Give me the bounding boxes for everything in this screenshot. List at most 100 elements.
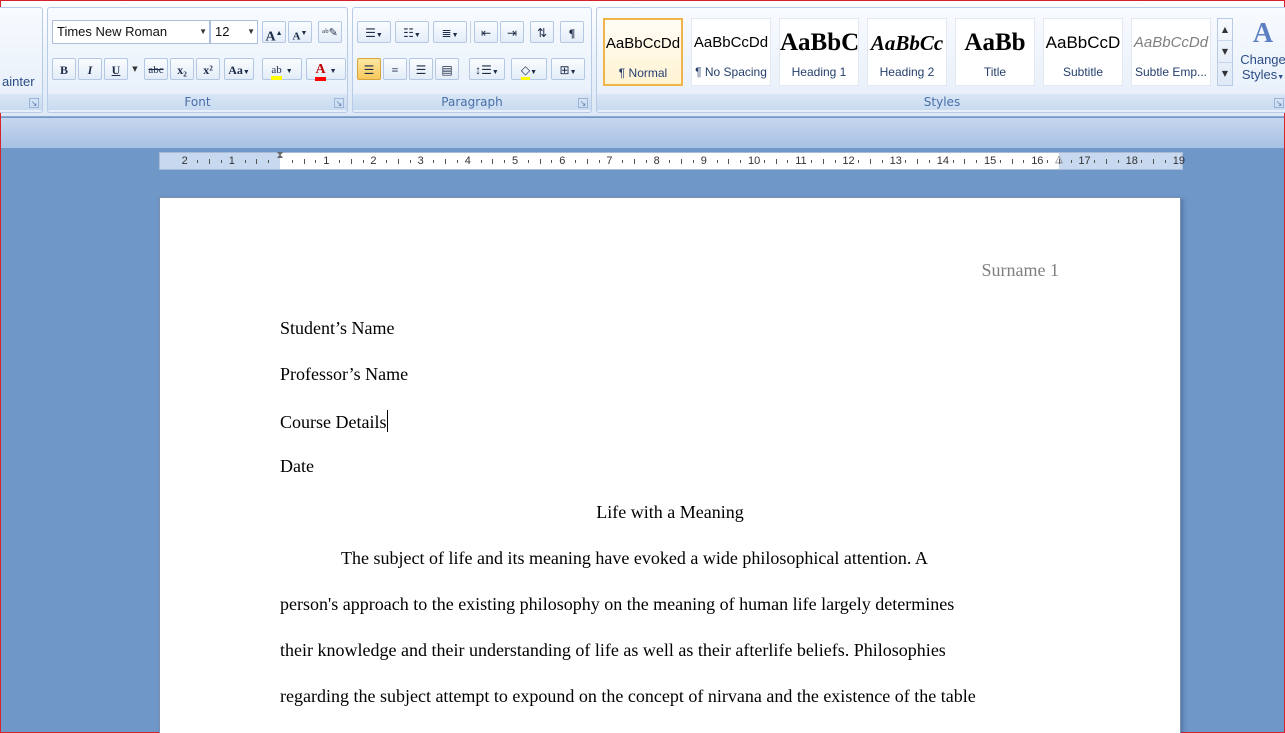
style-title[interactable]: AaBb Title <box>955 18 1035 86</box>
document-page[interactable]: Surname 1 Student’s Name Professor’s Nam… <box>159 197 1181 733</box>
show-hide-marks-button[interactable]: ¶ <box>560 21 584 43</box>
ruler-tick-label: 4 <box>464 155 471 167</box>
align-right-button[interactable]: ☰ <box>409 58 433 80</box>
ruler-minor-tick <box>539 159 541 164</box>
shrink-font-button[interactable]: A▼ <box>288 21 312 43</box>
paragraph-line: The subject of life and its meaning have… <box>341 548 928 568</box>
decrease-indent-button[interactable]: ⇤ <box>474 21 498 43</box>
ruler-minor-tick <box>811 160 812 163</box>
style-sample: AaBbC <box>780 29 858 56</box>
paragraph-launcher-icon[interactable]: ↘ <box>578 98 588 108</box>
font-name-select[interactable]: Times New Roman ▼ <box>52 20 210 44</box>
underline-dropdown-icon[interactable]: ▼ <box>130 58 140 80</box>
paragraph-group: ☰▼ ☷▼ ≣▼ ⇤ ⇥ ⇅ ¶ ☰ ≡ ☰ ▤ ↕☰▼ ◇▼ ⊞▼ Parag… <box>352 7 592 113</box>
ruler-minor-tick <box>728 159 730 164</box>
clear-formatting-button[interactable]: ᵃᵇ✎ <box>318 21 342 43</box>
multilevel-list-button[interactable]: ≣▼ <box>433 21 467 43</box>
scroll-up-icon[interactable]: ▲ <box>1218 19 1232 41</box>
italic-button[interactable]: I <box>78 58 102 80</box>
horizontal-ruler[interactable]: ⧗ △ 2112345678910111213141516171819 <box>159 151 1185 173</box>
font-size-select[interactable]: 12 ▼ <box>210 20 258 44</box>
justify-button[interactable]: ▤ <box>435 58 459 80</box>
ruler-minor-tick <box>1058 159 1060 164</box>
ruler-minor-tick <box>634 159 635 164</box>
style-subtitle[interactable]: AaBbCcD Subtitle <box>1043 18 1123 86</box>
style-name: Heading 2 <box>879 65 935 79</box>
ruler-minor-tick <box>964 159 966 164</box>
subscript-button[interactable]: x₂ <box>170 58 194 80</box>
bold-button[interactable]: B <box>52 58 76 80</box>
increase-indent-icon: ⇥ <box>506 26 518 40</box>
ruler-minor-tick <box>1023 160 1025 163</box>
style-heading-2[interactable]: AaBbCc Heading 2 <box>867 18 947 86</box>
ruler-tick-label: 7 <box>606 155 613 167</box>
sort-button[interactable]: ⇅ <box>530 21 554 43</box>
format-painter-label[interactable]: ainter <box>2 74 35 89</box>
scroll-down-icon[interactable]: ▼ <box>1218 41 1232 63</box>
highlighter-icon: ab <box>271 64 282 80</box>
course-details-line: Course Details <box>280 410 389 433</box>
change-case-icon: Aa <box>228 63 243 77</box>
bullets-button[interactable]: ☰▼ <box>357 21 391 43</box>
align-right-icon: ☰ <box>415 63 427 77</box>
change-case-button[interactable]: Aa▼ <box>224 58 254 80</box>
ruler-minor-tick <box>527 160 529 163</box>
style-name: Subtitle <box>1062 65 1104 79</box>
change-styles-icon: A <box>1252 18 1274 49</box>
style-name: Heading 1 <box>791 65 847 79</box>
ruler-tick-label: 11 <box>795 155 807 167</box>
align-center-button[interactable]: ≡ <box>383 58 407 80</box>
strikethrough-icon: abc <box>148 64 164 76</box>
ruler-minor-tick <box>1153 159 1155 164</box>
ruler-minor-tick <box>291 160 293 163</box>
ruler-left-margin <box>160 153 280 169</box>
style-no-spacing[interactable]: AaBbCcDd ¶ No Spacing <box>691 18 771 86</box>
superscript-button[interactable]: x² <box>196 58 220 80</box>
style-subtle-emphasis[interactable]: AaBbCcDd Subtle Emp... <box>1131 18 1211 86</box>
ruler-minor-tick <box>645 160 647 163</box>
paragraph-line: person's approach to the existing philos… <box>280 594 955 614</box>
shading-button[interactable]: ◇▼ <box>511 58 547 80</box>
ruler-minor-tick <box>834 160 836 163</box>
font-size-value: 12 <box>215 24 230 39</box>
ruler-minor-tick <box>1094 160 1096 163</box>
ruler-minor-tick <box>575 160 576 163</box>
line-spacing-button[interactable]: ↕☰▼ <box>469 58 505 80</box>
superscript-icon: x² <box>203 63 213 77</box>
font-color-button[interactable]: A ▼ <box>306 58 346 81</box>
ruler-tick-label: 3 <box>417 155 424 167</box>
styles-launcher-icon[interactable]: ↘ <box>1274 98 1284 108</box>
bold-icon: B <box>59 63 68 77</box>
ruler-tick-label: 12 <box>842 155 855 167</box>
borders-button[interactable]: ⊞▼ <box>551 58 585 80</box>
highlight-button[interactable]: ab ▼ <box>262 58 302 80</box>
decrease-indent-icon: ⇤ <box>480 26 492 40</box>
ruler-minor-tick <box>445 159 447 164</box>
grow-font-button[interactable]: A▲ <box>262 21 286 45</box>
grow-font-icon: A <box>265 29 276 45</box>
ruler-minor-tick <box>763 160 765 163</box>
style-sample: AaBbCcDd <box>1133 34 1209 51</box>
ruler-minor-tick <box>409 160 411 163</box>
font-launcher-icon[interactable]: ↘ <box>334 98 344 108</box>
strikethrough-button[interactable]: abc <box>144 58 168 80</box>
align-left-button[interactable]: ☰ <box>357 58 381 80</box>
numbering-button[interactable]: ☷▼ <box>395 21 429 43</box>
increase-indent-button[interactable]: ⇥ <box>500 21 524 43</box>
change-styles-button[interactable]: A Change Styles▼ <box>1237 16 1285 100</box>
underline-button[interactable]: U <box>104 58 128 80</box>
ruler-minor-tick <box>480 160 482 163</box>
ruler-tick-label: 10 <box>748 155 761 167</box>
first-line-indent-marker[interactable]: ⧗ <box>275 151 285 173</box>
styles-group: AaBbCcDd ¶ Normal AaBbCcDd ¶ No Spacing … <box>596 7 1285 113</box>
align-center-icon: ≡ <box>391 63 399 77</box>
style-gallery-scroll[interactable]: ▲ ▼ ▼ <box>1217 18 1233 86</box>
ruler-minor-tick <box>1141 160 1143 163</box>
clipboard-launcher-icon[interactable]: ↘ <box>29 98 39 108</box>
ruler-minor-tick <box>551 160 553 163</box>
style-normal[interactable]: AaBbCcDd ¶ Normal <box>603 18 683 86</box>
more-styles-icon[interactable]: ▼ <box>1218 63 1232 85</box>
ruler-minor-tick <box>716 160 718 163</box>
style-heading-1[interactable]: AaBbC Heading 1 <box>779 18 859 86</box>
style-sample: AaBb <box>964 29 1026 56</box>
